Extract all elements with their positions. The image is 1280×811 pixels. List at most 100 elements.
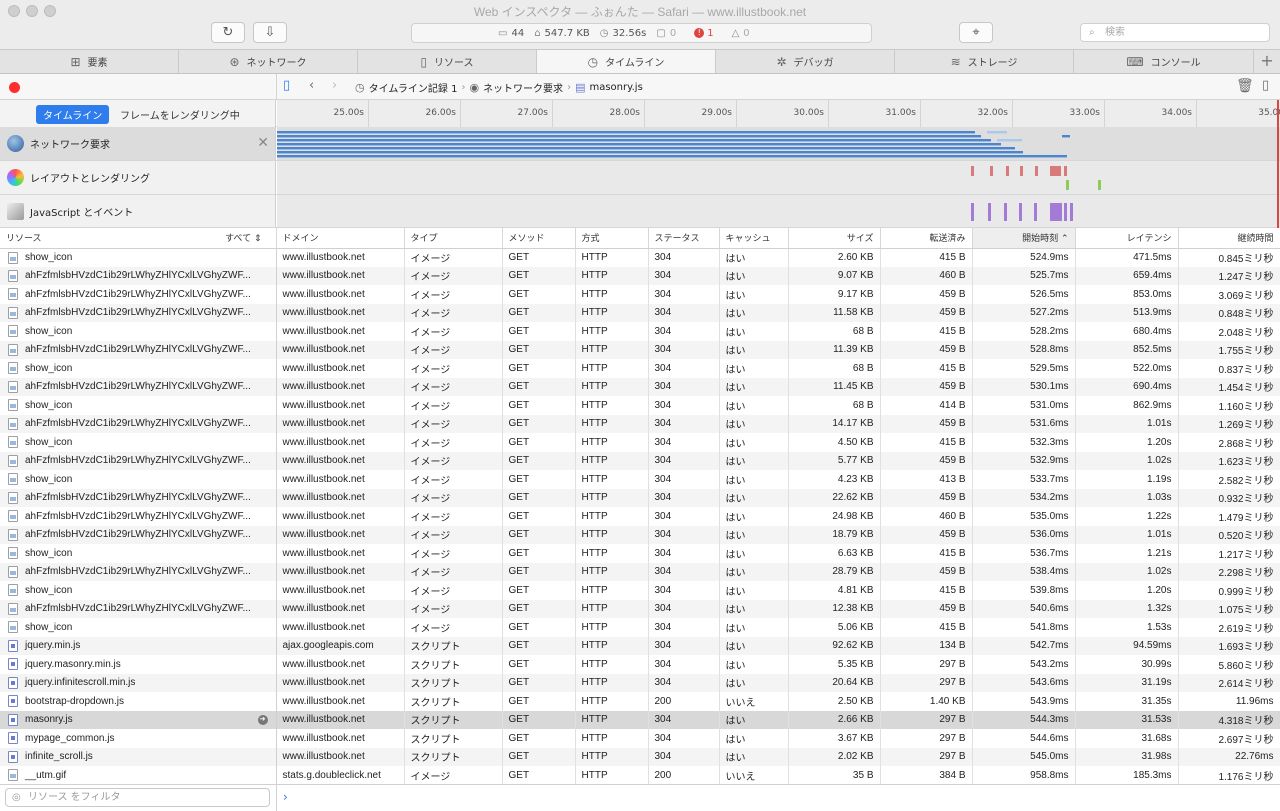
tab-storage[interactable]: ≋ ストレージ	[895, 50, 1074, 73]
javascript-track-canvas[interactable]	[277, 195, 1280, 227]
type-cell: イメージ	[404, 285, 503, 304]
go-to-arrow-icon[interactable]: ➜	[257, 714, 268, 725]
column-type[interactable]: タイプ	[404, 228, 503, 249]
table-row[interactable]: ahFzfmlsbHVzdC1ib29rLWhyZHlYCxlLVGhyZWF.…	[0, 451, 1280, 470]
transferred-cell: 415 B	[880, 433, 973, 452]
sidebar-toggle-icon[interactable]: ▯	[283, 78, 290, 93]
column-size[interactable]: サイズ	[788, 228, 881, 249]
table-row[interactable]: show_icon www.illustbook.net イメージ GET HTTP 30…	[0, 248, 1280, 267]
table-row[interactable]: ahFzfmlsbHVzdC1ib29rLWhyZHlYCxlLVGhyZWF.…	[0, 562, 1280, 581]
filter-all-button[interactable]: すべて ⇕	[225, 231, 261, 244]
breadcrumb-recording[interactable]: タイムライン記録 1	[369, 80, 458, 95]
column-duration[interactable]: 継続時間	[1178, 228, 1280, 249]
column-cache[interactable]: キャッシュ	[719, 228, 789, 249]
table-row[interactable]: show_icon www.illustbook.net イメージ GET HTTP 30…	[0, 470, 1280, 489]
reload-button[interactable]: ↻	[211, 22, 245, 43]
warning-icon[interactable]: △	[732, 28, 740, 39]
transferred-cell: 134 B	[880, 636, 973, 655]
tab-resources[interactable]: ▯ リソース	[358, 50, 537, 73]
table-row[interactable]: mypage_common.js www.illustbook.net スクリプト G…	[0, 729, 1280, 748]
table-row[interactable]: show_icon www.illustbook.net イメージ GET HTTP 30…	[0, 544, 1280, 563]
timeline-mode-button[interactable]: タイムライン	[36, 105, 110, 124]
column-status[interactable]: ステータス	[648, 228, 720, 249]
size-cell: 5.35 KB	[788, 655, 881, 674]
table-row[interactable]: infinite_scroll.js www.illustbook.net スクリプ…	[0, 747, 1280, 766]
table-row[interactable]: show_icon www.illustbook.net イメージ GET HTTP 30…	[0, 433, 1280, 452]
table-row[interactable]: show_icon www.illustbook.net イメージ GET HTTP 30…	[0, 618, 1280, 637]
inspect-target-button[interactable]: ⌖	[959, 22, 993, 43]
table-row[interactable]: ahFzfmlsbHVzdC1ib29rLWhyZHlYCxlLVGhyZWF.…	[0, 488, 1280, 507]
table-row[interactable]: masonry.js ➜ www.illustbook.net スクリプト GET HTT…	[0, 710, 1280, 729]
method-cell: GET	[502, 729, 576, 748]
trash-icon[interactable]: 🗑	[1236, 78, 1254, 94]
domain-cell: www.illustbook.net	[276, 507, 405, 526]
table-row[interactable]: ahFzfmlsbHVzdC1ib29rLWhyZHlYCxlLVGhyZWF.…	[0, 266, 1280, 285]
status-cell: 304	[648, 710, 720, 729]
table-row[interactable]: show_icon www.illustbook.net イメージ GET HTTP 30…	[0, 581, 1280, 600]
details-sidebar-toggle-icon[interactable]: ▯	[1262, 78, 1269, 93]
forward-icon[interactable]: ›	[332, 78, 337, 93]
column-start-time[interactable]: 開始時刻 ⌃	[972, 228, 1076, 249]
column-method[interactable]: メソッド	[502, 228, 576, 249]
image-file-icon	[8, 269, 18, 282]
breadcrumb-file[interactable]: masonry.js	[589, 82, 642, 93]
tab-network[interactable]: ⊛ ネットワーク	[179, 50, 358, 73]
resource-name: ahFzfmlsbHVzdC1ib29rLWhyZHlYCxlLVGhyZWF.…	[25, 344, 251, 356]
track-layout-rendering[interactable]: レイアウトとレンダリング	[0, 161, 1280, 195]
network-track-canvas[interactable]	[277, 127, 1280, 160]
search-field[interactable]: ⌕ 検索	[1080, 23, 1270, 42]
download-button[interactable]: ⇩	[253, 22, 287, 43]
table-row[interactable]: ahFzfmlsbHVzdC1ib29rLWhyZHlYCxlLVGhyZWF.…	[0, 414, 1280, 433]
table-row[interactable]: jquery.min.js ajax.googleapis.com スクリプト GET…	[0, 636, 1280, 655]
table-row[interactable]: ahFzfmlsbHVzdC1ib29rLWhyZHlYCxlLVGhyZWF.…	[0, 525, 1280, 544]
cache-cell: はい	[719, 747, 789, 766]
column-transferred[interactable]: 転送済み	[880, 228, 973, 249]
new-tab-plus-icon[interactable]: +	[1254, 50, 1280, 73]
table-row[interactable]: ahFzfmlsbHVzdC1ib29rLWhyZHlYCxlLVGhyZWF.…	[0, 599, 1280, 618]
track-javascript-events[interactable]: JavaScript とイベント	[0, 195, 1280, 228]
log-icon[interactable]: ▢	[656, 28, 665, 39]
table-row[interactable]: jquery.infinitescroll.min.js www.illustbo…	[0, 673, 1280, 692]
duration-cell: 2.048ミリ秒	[1178, 322, 1280, 341]
table-row[interactable]: show_icon www.illustbook.net イメージ GET HTTP 30…	[0, 359, 1280, 378]
back-icon[interactable]: ‹	[309, 78, 314, 93]
breadcrumb-network[interactable]: ネットワーク要求	[483, 80, 563, 95]
resource-filter-input[interactable]: ◎ リソース をフィルタ	[5, 788, 270, 807]
tab-timelines[interactable]: ◷ タイムライン	[537, 50, 716, 73]
domain-cell: www.illustbook.net	[276, 544, 405, 563]
transferred-cell: 415 B	[880, 581, 973, 600]
resource-name: ahFzfmlsbHVzdC1ib29rLWhyZHlYCxlLVGhyZWF.…	[25, 307, 251, 319]
time-ruler[interactable]: 25.00s 26.00s 27.00s 28.00s 29.00s 30.00s 31.0…	[277, 100, 1280, 127]
table-row[interactable]: show_icon www.illustbook.net イメージ GET HTTP 30…	[0, 322, 1280, 341]
tab-debugger[interactable]: ✲ デバッガ	[716, 50, 895, 73]
close-icon[interactable]: ✕	[257, 135, 269, 151]
column-scheme[interactable]: 方式	[575, 228, 649, 249]
table-row[interactable]: ahFzfmlsbHVzdC1ib29rLWhyZHlYCxlLVGhyZWF.…	[0, 340, 1280, 359]
resource-cell: ahFzfmlsbHVzdC1ib29rLWhyZHlYCxlLVGhyZWF.…	[0, 377, 277, 396]
cache-cell: はい	[719, 340, 789, 359]
tab-elements[interactable]: ⊞ 要素	[0, 50, 179, 73]
column-latency[interactable]: レイテンシ	[1075, 228, 1179, 249]
scheme-cell: HTTP	[575, 525, 649, 544]
scheme-cell: HTTP	[575, 710, 649, 729]
table-row[interactable]: ahFzfmlsbHVzdC1ib29rLWhyZHlYCxlLVGhyZWF.…	[0, 377, 1280, 396]
error-icon[interactable]: !	[694, 28, 705, 38]
image-file-icon	[8, 362, 18, 374]
status-cell: 304	[648, 747, 720, 766]
column-resource[interactable]: リソース すべて ⇕	[0, 228, 277, 249]
table-row[interactable]: ahFzfmlsbHVzdC1ib29rLWhyZHlYCxlLVGhyZWF.…	[0, 507, 1280, 526]
divider	[276, 74, 277, 100]
table-row[interactable]: __utm.gif stats.g.doubleclick.net イメージ GET H…	[0, 766, 1280, 785]
table-row[interactable]: ahFzfmlsbHVzdC1ib29rLWhyZHlYCxlLVGhyZWF.…	[0, 303, 1280, 322]
table-row[interactable]: bootstrap-dropdown.js www.illustbook.net ス…	[0, 692, 1280, 711]
record-button[interactable]	[9, 82, 20, 93]
tab-console[interactable]: ⌨ コンソール	[1074, 50, 1254, 73]
frames-mode-button[interactable]: フレームをレンダリング中	[120, 107, 240, 122]
track-network[interactable]: ネットワーク要求 ✕	[0, 127, 1280, 161]
table-row[interactable]: ahFzfmlsbHVzdC1ib29rLWhyZHlYCxlLVGhyZWF.…	[0, 285, 1280, 304]
console-prompt-icon[interactable]: ›	[283, 790, 288, 804]
column-domain[interactable]: ドメイン	[276, 228, 405, 249]
table-row[interactable]: jquery.masonry.min.js www.illustbook.net ス…	[0, 655, 1280, 674]
layout-track-canvas[interactable]	[277, 161, 1280, 194]
table-row[interactable]: show_icon www.illustbook.net イメージ GET HTTP 30…	[0, 396, 1280, 415]
